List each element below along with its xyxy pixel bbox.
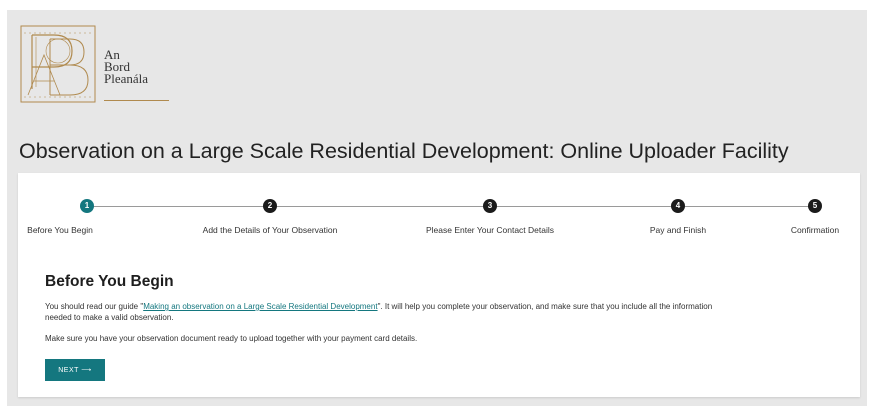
guide-text-line2: needed to make a valid observation. [45,313,174,322]
step-4-label: Pay and Finish [649,225,707,235]
step-5-label: Confirmation [790,225,840,235]
step-3-indicator: 3 [483,199,497,213]
progress-line [80,206,810,207]
next-button[interactable]: NEXT ⟶ [45,359,105,381]
logo-underline [104,100,169,101]
section-title: Before You Begin [45,273,174,290]
document-ready-paragraph: Make sure you have your observation docu… [45,334,418,343]
logo-wordmark: An Bord Pleanála [104,48,149,86]
step-1-indicator: 1 [80,199,94,213]
page-background: An Bord Pleanála Observation on a Large … [7,10,867,406]
step-4-indicator: 4 [671,199,685,213]
step-2-indicator: 2 [263,199,277,213]
guide-text-suffix: ". It will help you complete your observ… [377,302,713,311]
guide-link[interactable]: Making an observation on a Large Scale R… [143,302,377,311]
step-2-label: Add the Details of Your Observation [202,225,338,235]
page-title: Observation on a Large Scale Residential… [19,139,789,163]
logo-line-pleanala: Pleanála [104,71,149,86]
guide-paragraph: You should read our guide "Making an obs… [45,301,845,323]
guide-text-prefix: You should read our guide " [45,302,144,311]
step-1-label: Before You Begin [27,225,93,235]
uploader-card: 1 2 3 4 5 Before You Begin Add the Detai… [18,173,860,397]
step-5-indicator: 5 [808,199,822,213]
logo-monogram-icon [20,25,96,103]
an-bord-pleanala-logo[interactable]: An Bord Pleanála [20,25,169,103]
step-3-label: Please Enter Your Contact Details [425,225,555,235]
